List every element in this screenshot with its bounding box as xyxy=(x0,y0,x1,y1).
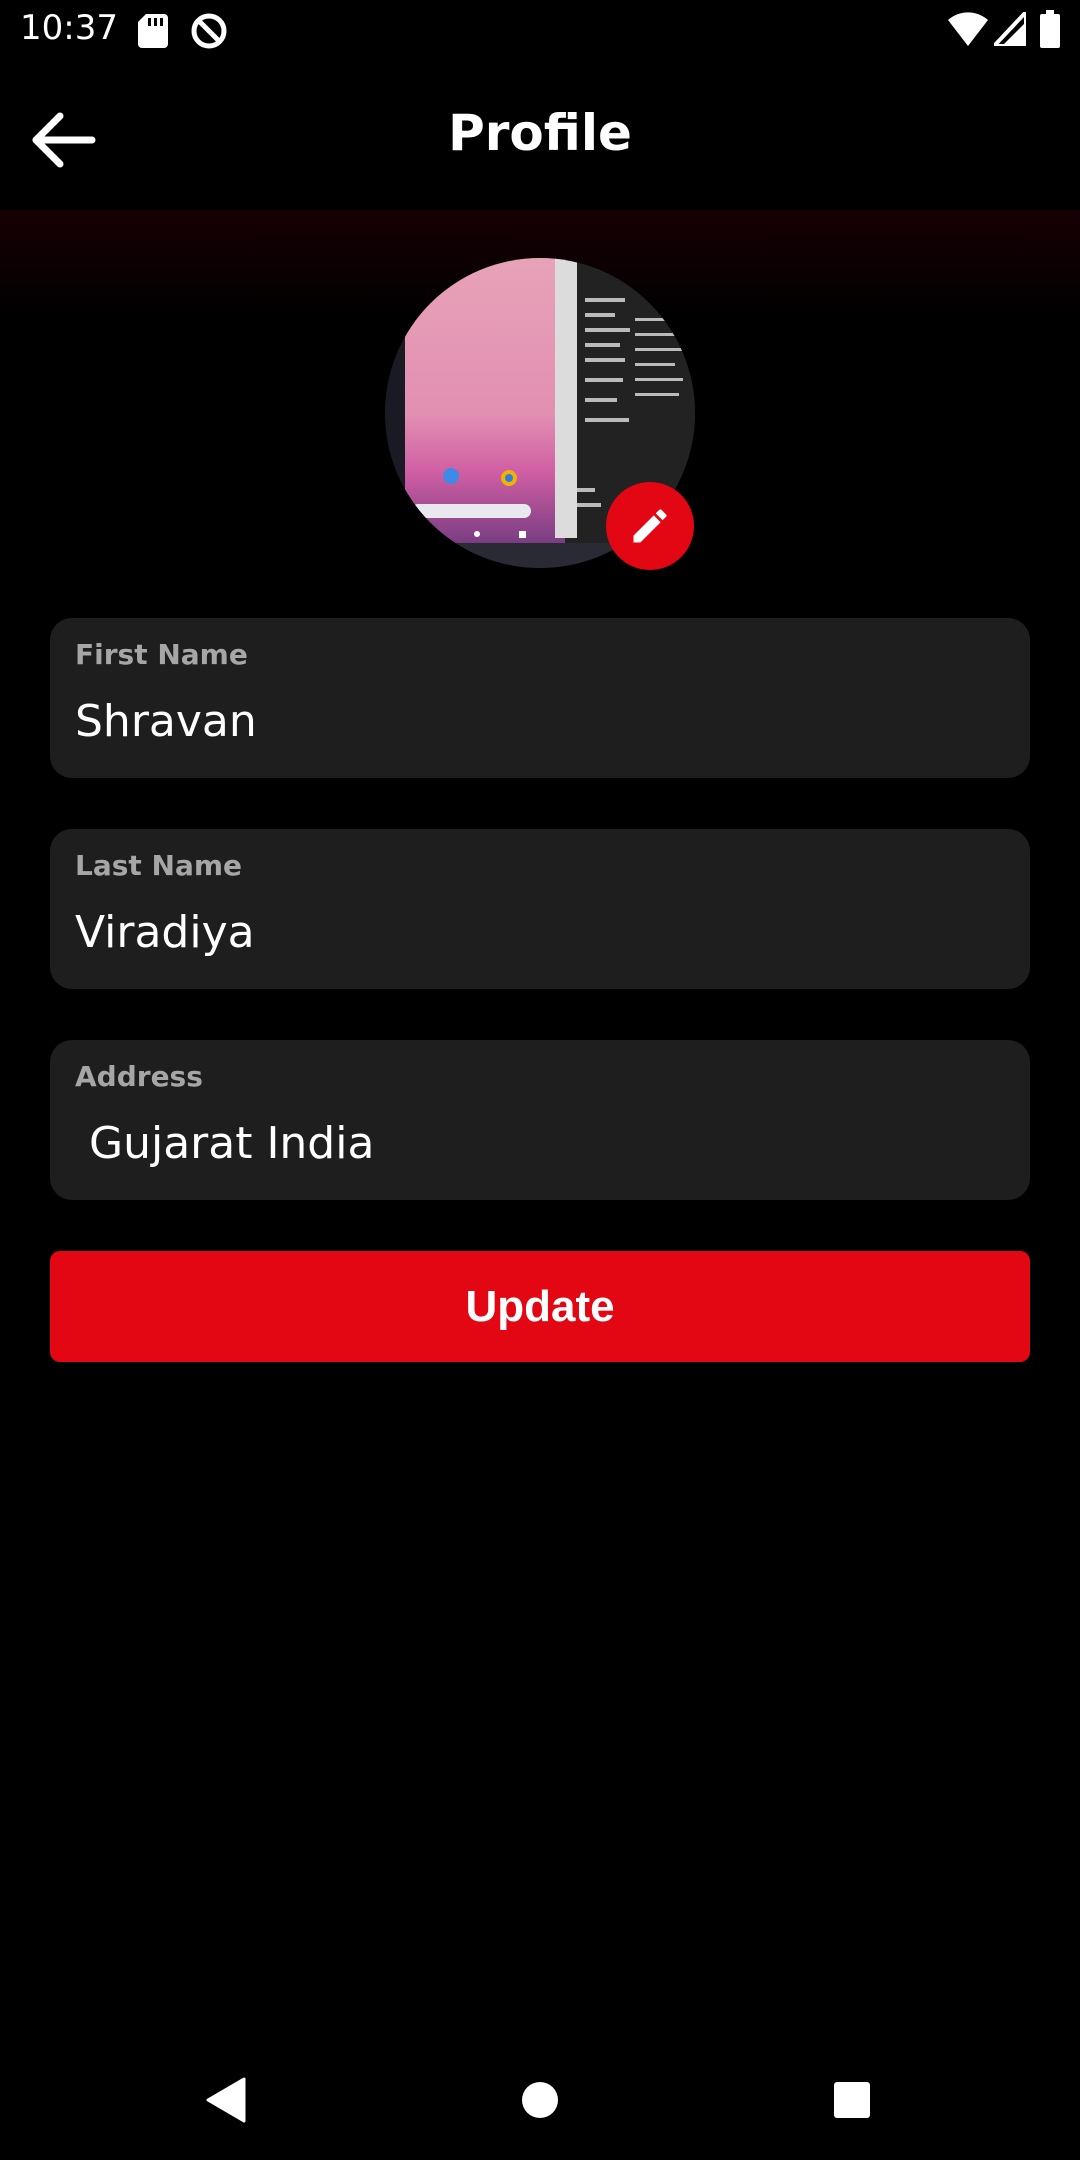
address-input[interactable]: Gujarat India xyxy=(75,1118,374,1169)
last-name-input[interactable]: Viradiya xyxy=(75,907,255,958)
status-time: 10:37 xyxy=(20,8,118,48)
status-bar: 10:37 xyxy=(0,0,1080,62)
first-name-label: First Name xyxy=(75,638,248,671)
recents-square-icon xyxy=(834,2082,870,2118)
navigation-bar xyxy=(0,2040,1080,2160)
last-name-field[interactable]: Last Name Viradiya xyxy=(50,829,1030,989)
pencil-icon xyxy=(633,509,667,543)
page-title: Profile xyxy=(448,104,632,162)
back-triangle-icon xyxy=(206,2077,246,2123)
update-button-label: Update xyxy=(465,1281,615,1331)
last-name-label: Last Name xyxy=(75,849,243,882)
signal-icon xyxy=(989,6,1028,51)
wifi-icon xyxy=(948,12,988,51)
edit-avatar-button[interactable] xyxy=(606,482,694,570)
first-name-field[interactable]: First Name Shravan xyxy=(50,618,1030,778)
data-saver-icon xyxy=(190,12,228,55)
battery-icon xyxy=(1040,10,1060,53)
home-circle-icon xyxy=(522,2082,558,2118)
nav-recents-button[interactable] xyxy=(792,2040,912,2160)
update-button[interactable]: Update xyxy=(50,1251,1030,1362)
address-field[interactable]: Address Gujarat India xyxy=(50,1040,1030,1200)
first-name-input[interactable]: Shravan xyxy=(75,696,257,747)
nav-home-button[interactable] xyxy=(480,2040,600,2160)
app-bar: Profile xyxy=(0,62,1080,210)
sd-card-icon xyxy=(138,14,168,53)
address-label: Address xyxy=(75,1060,203,1093)
nav-back-button[interactable] xyxy=(166,2040,286,2160)
